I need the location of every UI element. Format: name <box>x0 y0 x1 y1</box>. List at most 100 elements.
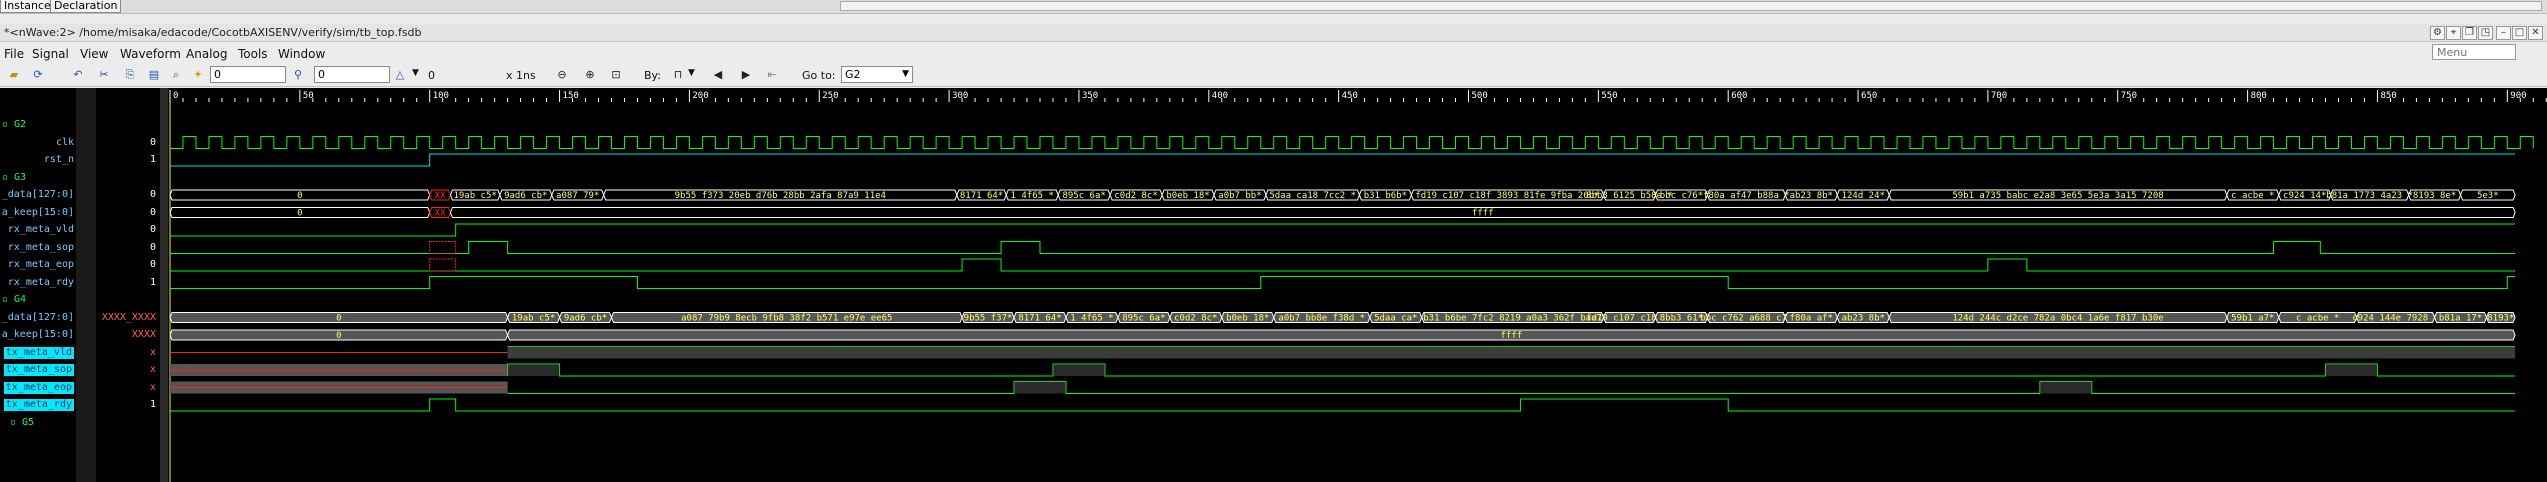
timeline-tick-label: 650 <box>1861 91 1877 101</box>
tx-meta-eop-wave-pulse-fill <box>2039 381 2092 394</box>
signal-name-data-127-0[interactable]: _data[127:0] <box>2 189 74 201</box>
paste-icon[interactable]: ▤ <box>146 67 162 82</box>
signal-name-a-keep-15-0[interactable]: a_keep[15:0] <box>2 207 74 219</box>
signal-name-tx-meta-eop[interactable]: tx_meta_eop <box>3 381 74 394</box>
zoom-fit-icon[interactable]: ⊡ <box>608 67 624 82</box>
signal-value-tx-meta-eop: x <box>149 381 156 393</box>
rx-data-bus-label: 59b1_a735_babc_e2a8_3e65_5e3a_3a15_7208 <box>1952 191 2163 201</box>
tx-keep-bus-label: 0 <box>336 331 341 341</box>
maximize-icon[interactable]: □ <box>2512 26 2527 40</box>
undock-icon[interactable]: ❐ <box>2462 26 2477 40</box>
edge-type-icon[interactable]: ⊓ <box>670 67 686 82</box>
tx-meta-eop-wave <box>507 381 2516 394</box>
delta-dropdown-icon[interactable]: ▼ <box>412 68 419 78</box>
signal-name-a-keep-15-0[interactable]: a_keep[15:0] <box>2 329 74 341</box>
waveform-canvas[interactable]: 0 50 100 150 200 250 300 350 400 450 500 550 600 650 7… <box>168 88 2547 482</box>
delta-icon[interactable]: △ <box>392 67 408 82</box>
tx-meta-rdy-wave <box>170 398 2516 412</box>
group-g4[interactable]: ▫ G4 <box>2 294 26 306</box>
signal-name-rx-meta-rdy[interactable]: rx_meta_rdy <box>8 277 74 289</box>
tx-meta-sop-wave-pulse-fill <box>507 364 560 376</box>
timeline-tick-label: 900 <box>2510 91 2526 101</box>
copy-icon[interactable]: ⎘ <box>122 67 138 82</box>
next-edge-icon[interactable]: ▶ <box>738 67 754 82</box>
rst-n-wave <box>170 153 2516 167</box>
tab-instance[interactable]: Instance <box>0 0 55 13</box>
float-icon[interactable]: ◳ <box>2478 26 2493 40</box>
signal-value-clk: 0 <box>149 136 156 148</box>
tx-data-bus-label: c924_144e_7928_* <box>2352 314 2439 324</box>
signal-name-data-127-0[interactable]: _data[127:0] <box>2 312 74 324</box>
signal-name-rx-meta-eop[interactable]: rx_meta_eop <box>8 259 74 271</box>
top-horizontal-scrollbar[interactable] <box>840 1 2542 11</box>
tx-data-bus-label: b31_b6be_7fc2_8219_a0a3_362f_baa7 <box>1423 314 1602 324</box>
rx-data-bus-label: 5e3* <box>2477 191 2499 201</box>
timeline-tick-label: 450 <box>1342 91 1358 101</box>
menu-bar: File Signal View Waveform Analog Tools W… <box>0 44 2547 62</box>
find-icon[interactable]: ⌕ <box>168 67 184 82</box>
menu-waveform[interactable]: Waveform <box>120 47 181 61</box>
menu-signal[interactable]: Signal <box>32 47 69 61</box>
cursor-time-input[interactable] <box>210 66 286 83</box>
minimize-icon[interactable]: – <box>2496 26 2511 40</box>
prev-edge-icon[interactable]: ◀ <box>710 67 726 82</box>
signal-value-pane[interactable]: 0 1 0 0 0 0 0 1 XXXX_XXXX XXXX x x x 1 <box>96 88 160 482</box>
search-signal-icon[interactable]: ⚲ <box>290 67 306 82</box>
settings-gear-icon[interactable]: ⚙ <box>2430 26 2445 40</box>
tab-declaration[interactable]: Declaration <box>50 0 122 13</box>
menu-file[interactable]: File <box>4 47 24 61</box>
tx-data-bus-label: a0b7_bb8e_f38d_* <box>1278 314 1365 324</box>
marker-icon[interactable]: ✦ <box>190 67 206 82</box>
rx-data-bus-label: b81a_1773_4a23_* <box>2326 191 2413 201</box>
tx-data-bus-label: c_acbe_* <box>2296 314 2339 324</box>
pane-splitter[interactable] <box>160 88 168 482</box>
rx-data-bus-label: 895c_6a* <box>1062 191 1105 201</box>
delta-value: 0 <box>428 69 435 82</box>
open-folder-icon[interactable]: ▰ <box>6 67 22 82</box>
tx-meta-sop-wave <box>507 363 2516 377</box>
cut-icon[interactable]: ✂ <box>96 67 112 82</box>
tx-data-bus-label: 5daa_ca* <box>1374 314 1417 324</box>
signal-value-a-keep-15-0: XXXX <box>131 329 156 340</box>
group-g3[interactable]: ▫ G3 <box>2 172 26 184</box>
signal-name-clk[interactable]: clk <box>56 137 74 149</box>
rx-data-bus-label: a087_79* <box>556 191 599 201</box>
goto-select[interactable]: G2 ▼ <box>841 66 913 83</box>
signal-area: ▫ G2 clk rst_n ▫ G3 _data[127:0] a_keep[15:0]… <box>0 88 2547 482</box>
rx-data-bus-label: c0d2_8c* <box>1114 191 1157 201</box>
zoom-out-icon[interactable]: ⊖ <box>554 67 570 82</box>
tx-keep-bus-label: ffff <box>1501 331 1523 341</box>
signal-value-rx-meta-eop: 0 <box>149 259 156 270</box>
tx-data-bus-label: 8193* <box>2487 314 2514 324</box>
menu-view[interactable]: View <box>80 47 108 61</box>
edge-type-dropdown-icon[interactable]: ▼ <box>688 68 695 78</box>
group-g5[interactable]: ▫ G5 <box>10 417 34 429</box>
signal-name-tx-meta-rdy[interactable]: tx_meta_rdy <box>3 399 74 411</box>
zoom-in-icon[interactable]: ⊕ <box>582 67 598 82</box>
rx-data-bus-label: fd19_c107_c18f_3893_81fe_9fba_26b* <box>1415 191 1599 201</box>
search-edge-icon[interactable]: ⇤ <box>764 67 780 82</box>
close-icon[interactable]: ✕ <box>2528 26 2543 40</box>
menu-search-input[interactable] <box>2432 44 2516 60</box>
rx-data-bus-label: 9ad6_cb* <box>504 191 547 201</box>
undo-icon[interactable]: ↶ <box>70 67 86 82</box>
reload-icon[interactable]: ⟳ <box>30 67 46 82</box>
rx-meta-eop-wave <box>170 258 2516 272</box>
signal-name-tx-meta-vld[interactable]: tx_meta_vld <box>3 346 74 359</box>
signal-name-rx-meta-vld[interactable]: rx_meta_vld <box>8 224 74 236</box>
signal-name-rx-meta-sop[interactable]: rx_meta_sop <box>8 242 74 254</box>
group-g2[interactable]: ▫ G2 <box>2 119 26 131</box>
signal-name-rst-n[interactable]: rst_n <box>44 154 74 166</box>
marker-time-input[interactable] <box>314 66 390 83</box>
rx-data-bus-label: bbc_c76* <box>1660 191 1703 201</box>
timeline-tick-label: 100 <box>433 91 449 101</box>
unknown-state-mark <box>429 258 457 272</box>
signal-value-data-127-0: XXXX_XXXX <box>101 311 156 323</box>
menu-tools[interactable]: Tools <box>238 47 268 61</box>
menu-analog[interactable]: Analog <box>186 47 227 61</box>
signal-name-pane[interactable]: ▫ G2 clk rst_n ▫ G3 _data[127:0] a_keep[15:0]… <box>0 88 76 482</box>
signal-name-tx-meta-sop[interactable]: tx_meta_sop <box>3 364 74 376</box>
pin-icon[interactable]: ⌖ <box>2446 26 2461 40</box>
menu-window[interactable]: Window <box>278 47 325 61</box>
pane-splitter[interactable] <box>76 88 96 482</box>
